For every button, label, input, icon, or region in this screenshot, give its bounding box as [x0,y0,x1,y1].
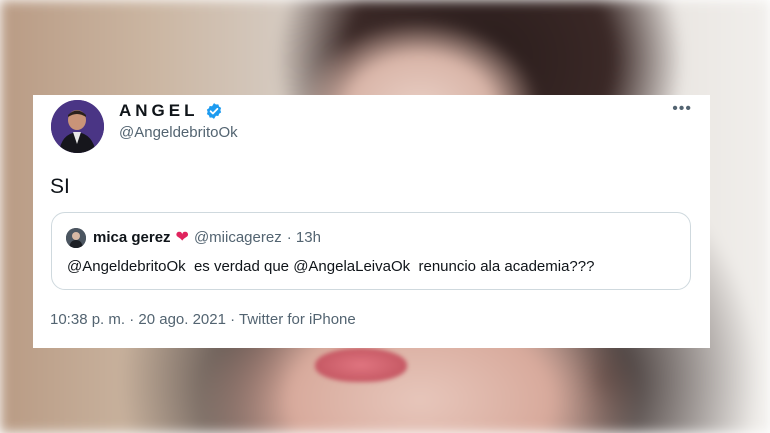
quoted-header: mica gerez ❤ @miicagerez · 13h [93,227,321,247]
quoted-time[interactable]: · 13h [287,229,321,246]
author-name-row: ANGEL [119,100,223,122]
heart-emoji-icon: ❤ [175,229,189,246]
background-photo-detail [315,348,407,382]
tweet-card[interactable]: ANGEL @AngeldebritoOk ••• SI mica gerez … [33,95,710,348]
quoted-author-name[interactable]: mica gerez [93,229,171,246]
author-handle[interactable]: @AngeldebritoOk [119,124,238,141]
tweet-text: SI [50,175,70,198]
author-avatar[interactable] [51,100,104,153]
quoted-text: @AngeldebritoOk es verdad que @AngelaLei… [67,258,595,275]
quoted-tweet[interactable]: mica gerez ❤ @miicagerez · 13h @Angeldeb… [51,212,691,290]
quoted-author-avatar[interactable] [66,228,86,248]
quoted-author-handle[interactable]: @miicagerez [194,229,282,246]
verified-badge-icon [205,102,223,120]
more-options-icon[interactable]: ••• [672,101,692,117]
author-name[interactable]: ANGEL [119,101,199,121]
tweet-timestamp[interactable]: 10:38 p. m. · 20 ago. 2021 · Twitter for… [50,311,356,328]
